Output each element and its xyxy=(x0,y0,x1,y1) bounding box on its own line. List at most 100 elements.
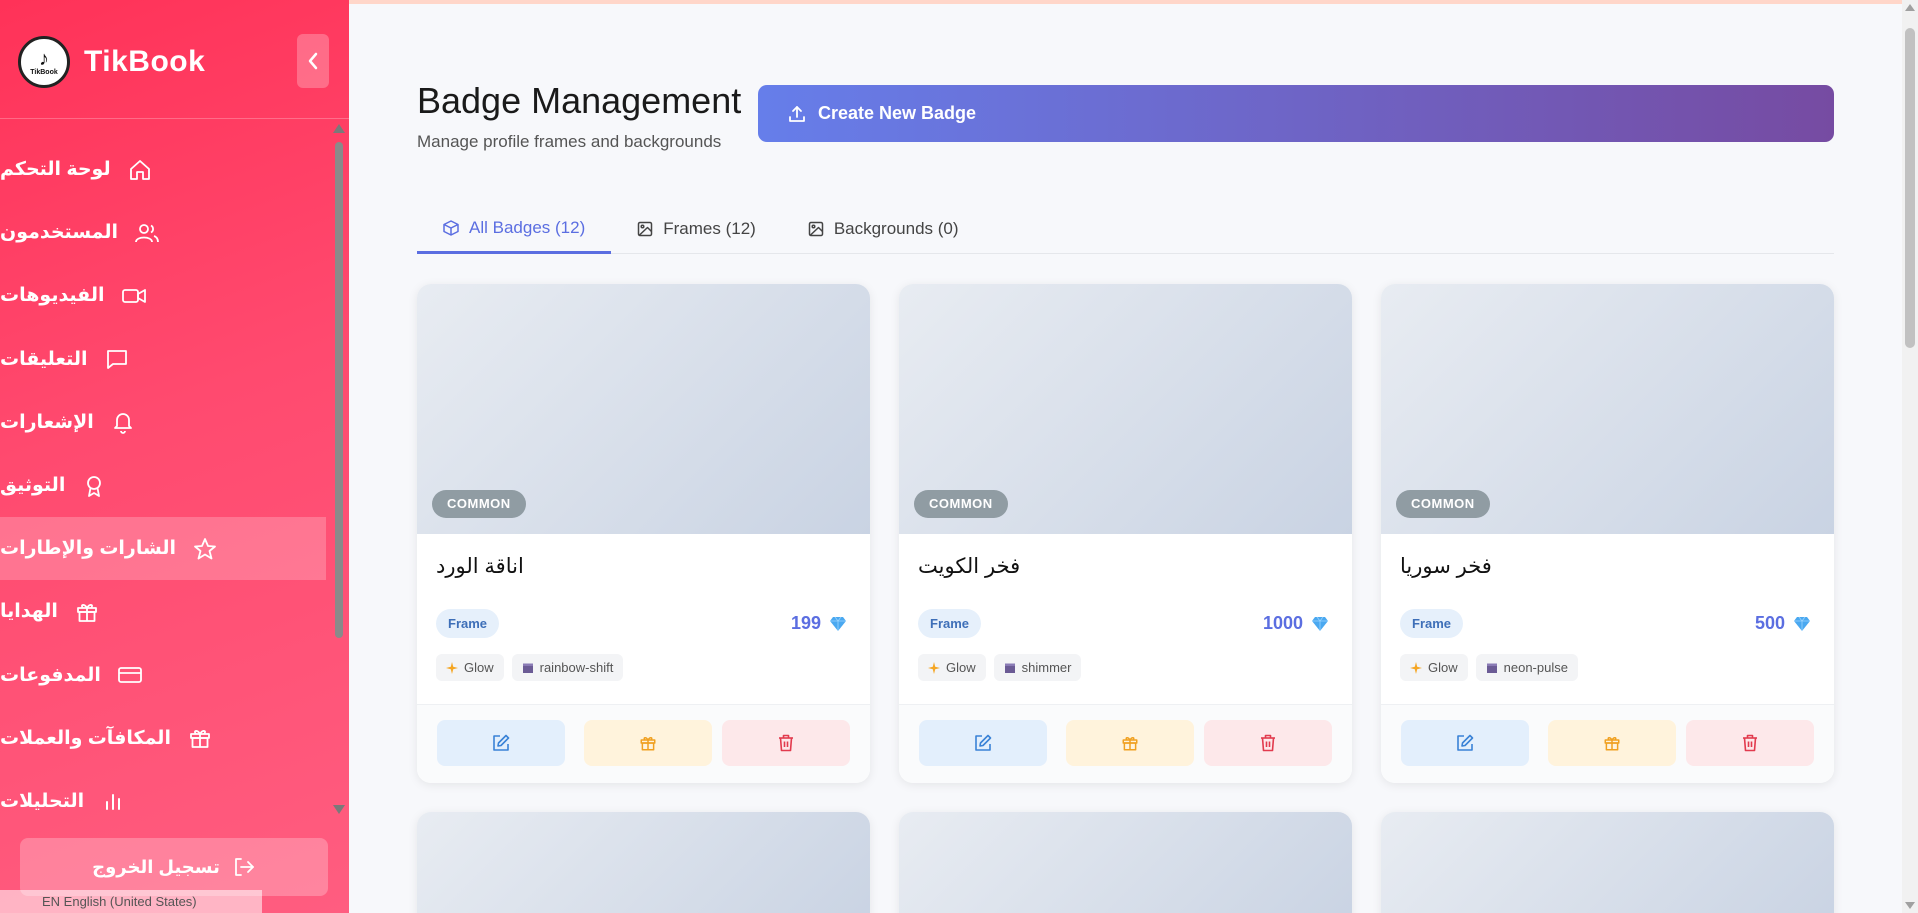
upload-icon xyxy=(788,105,806,123)
tab-label: All Badges (12) xyxy=(469,217,586,237)
card-actions xyxy=(417,704,870,783)
diamond-icon xyxy=(829,616,847,632)
main-scroll-thumb[interactable] xyxy=(1905,28,1915,348)
sidebar-item-label: الهدايا xyxy=(0,601,58,623)
badge-name: فخر الكويت xyxy=(918,555,1021,578)
chevron-left-icon xyxy=(308,52,318,70)
sidebar-item-label: المستخدمون xyxy=(0,222,119,244)
tikbook-logo: ♪ TikBook xyxy=(18,36,70,88)
gift-icon xyxy=(640,737,656,751)
rarity-badge: COMMON xyxy=(914,490,1008,518)
price-value: 199 xyxy=(790,613,821,633)
home-icon xyxy=(127,157,153,183)
main-scrollbar[interactable] xyxy=(1902,0,1918,913)
logout-icon xyxy=(232,856,256,878)
delete-badge-button[interactable] xyxy=(1204,720,1332,766)
sidebar-item-comments[interactable]: التعليقات xyxy=(0,328,326,391)
scroll-down-arrow-icon[interactable] xyxy=(333,805,345,814)
card-actions xyxy=(1381,704,1834,783)
sidebar-item-label: لوحة التحكم xyxy=(0,159,111,181)
sidebar-item-dashboard[interactable]: لوحة التحكم xyxy=(0,138,326,201)
scroll-down-arrow-icon[interactable] xyxy=(1905,902,1915,909)
image-icon xyxy=(808,221,824,237)
badge-card: COMMON فخر الكويت Frame 1000 Glow shimme… xyxy=(899,284,1352,783)
tag-animation: neon-pulse xyxy=(1475,654,1578,681)
scroll-up-arrow-icon[interactable] xyxy=(1905,4,1915,11)
badge-price: 500 xyxy=(1755,613,1811,634)
star-icon xyxy=(192,536,218,562)
page-subtitle: Manage profile frames and backgrounds xyxy=(417,132,722,151)
rarity-badge: COMMON xyxy=(1396,490,1490,518)
gift-icon xyxy=(1122,737,1138,751)
badge-preview-image: COMMON xyxy=(899,284,1352,534)
sidebar-item-analytics[interactable]: التحليلات xyxy=(0,770,326,818)
sidebar-item-videos[interactable]: الفيديوهات xyxy=(0,264,326,327)
sidebar-item-gifts[interactable]: الهدايا xyxy=(0,580,326,643)
logout-button[interactable]: تسجيل الخروج xyxy=(20,838,328,896)
sidebar-item-users[interactable]: المستخدمون xyxy=(0,201,326,264)
edit-icon xyxy=(975,734,992,751)
diamond-icon xyxy=(1311,616,1329,632)
badge-tags: Glow rainbow-shift xyxy=(436,654,631,681)
sidebar-item-payments[interactable]: المدفوعات xyxy=(0,644,326,707)
award-icon xyxy=(81,473,107,499)
collapse-sidebar-button[interactable] xyxy=(297,34,329,88)
box-icon xyxy=(443,219,459,236)
sidebar-item-label: الفيديوهات xyxy=(0,285,105,307)
card-icon xyxy=(117,662,143,688)
gift-badge-button[interactable] xyxy=(1548,720,1676,766)
gift-badge-button[interactable] xyxy=(1066,720,1194,766)
sidebar-nav: لوحة التحكم المستخدمون الفيديوهات التعلي… xyxy=(0,138,326,818)
gift-icon xyxy=(187,725,213,751)
sidebar-scroll-thumb[interactable] xyxy=(335,142,343,638)
video-icon xyxy=(121,283,147,309)
gift-icon xyxy=(1604,737,1620,751)
edit-icon xyxy=(493,734,510,751)
sparkle-icon xyxy=(446,661,458,674)
badge-type-pill: Frame xyxy=(436,609,500,638)
badge-card-partial xyxy=(1381,812,1834,913)
bell-icon xyxy=(110,409,136,435)
sidebar-item-rewards[interactable]: المكافآت والعملات xyxy=(0,707,326,770)
badge-card-partial xyxy=(417,812,870,913)
gift-badge-button[interactable] xyxy=(584,720,712,766)
tag-animation: rainbow-shift xyxy=(511,654,624,681)
trash-icon xyxy=(1743,734,1757,752)
sidebar-item-label: التعليقات xyxy=(0,348,88,370)
sidebar-item-badges[interactable]: الشارات والإطارات xyxy=(0,517,326,581)
create-badge-button[interactable]: Create New Badge xyxy=(758,85,1834,142)
tab-backgrounds[interactable]: Backgrounds (0) xyxy=(782,204,985,254)
sidebar-item-verification[interactable]: التوثيق xyxy=(0,454,326,517)
logout-label: تسجيل الخروج xyxy=(92,856,220,877)
tab-all-badges[interactable]: All Badges (12) xyxy=(417,204,612,254)
delete-badge-button[interactable] xyxy=(1686,720,1814,766)
scroll-up-arrow-icon[interactable] xyxy=(333,124,345,133)
edit-badge-button[interactable] xyxy=(1401,720,1529,766)
badge-type-pill: Frame xyxy=(918,609,982,638)
badge-type-pill: Frame xyxy=(1400,609,1464,638)
sidebar-item-label: التحليلات xyxy=(0,790,85,812)
tab-frames[interactable]: Frames (12) xyxy=(611,204,782,254)
badge-name: فخر سوريا xyxy=(1400,555,1492,578)
sidebar-item-label: المكافآت والعملات xyxy=(0,727,171,749)
sidebar-item-notifications[interactable]: الإشعارات xyxy=(0,391,326,454)
badge-preview-image: COMMON xyxy=(1381,284,1834,534)
edit-badge-button[interactable] xyxy=(919,720,1047,766)
sparkle-icon xyxy=(1410,661,1422,674)
delete-badge-button[interactable] xyxy=(722,720,850,766)
gift-icon xyxy=(74,599,100,625)
edit-badge-button[interactable] xyxy=(437,720,565,766)
brand-name: TikBook xyxy=(84,45,206,78)
sidebar-scrollbar[interactable] xyxy=(332,122,346,816)
sidebar-item-label: الشارات والإطارات xyxy=(0,538,176,560)
chart-icon xyxy=(100,788,126,814)
trash-icon xyxy=(779,734,793,752)
price-value: 500 xyxy=(1754,613,1785,633)
comment-icon xyxy=(104,346,130,372)
brand[interactable]: ♪ TikBook TikBook xyxy=(18,36,205,88)
badge-card-partial xyxy=(899,812,1352,913)
badge-price: 1000 xyxy=(1263,613,1329,634)
clapper-icon xyxy=(1004,662,1016,674)
sidebar-item-label: المدفوعات xyxy=(0,664,101,686)
badge-preview-image: COMMON xyxy=(417,284,870,534)
